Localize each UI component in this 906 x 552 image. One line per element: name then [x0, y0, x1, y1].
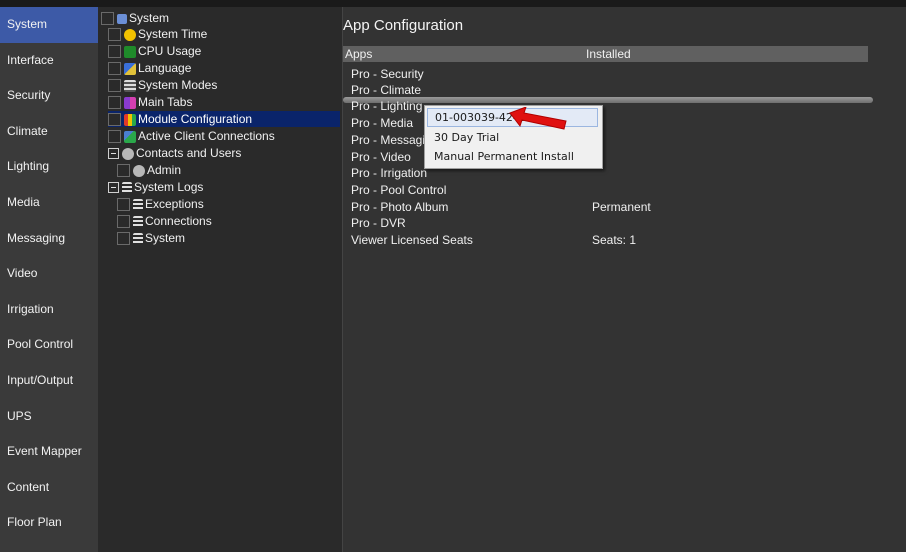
tree-checkbox[interactable] [101, 12, 114, 26]
tree-checkbox[interactable] [108, 96, 121, 110]
tree-item-active-client-connections[interactable]: Active Client Connections [108, 128, 275, 144]
tree-label: Active Client Connections [138, 129, 275, 143]
tree-item-module-configuration[interactable]: Module Configuration [108, 111, 340, 127]
nav-item-security[interactable]: Security [0, 78, 98, 114]
tree-item-system-modes[interactable]: System Modes [108, 77, 217, 93]
tree-checkbox[interactable] [117, 215, 130, 229]
app-row[interactable]: Pro - Irrigation [351, 165, 427, 181]
clock-icon [124, 28, 136, 41]
tree-checkbox[interactable] [117, 232, 130, 246]
user-icon [133, 164, 145, 177]
tree-label: Admin [147, 163, 182, 177]
network-icon [124, 130, 136, 143]
tree-checkbox[interactable] [108, 130, 121, 144]
row-highlight [343, 97, 873, 103]
app-row[interactable]: Pro - Lighting [351, 98, 422, 114]
installed-status: Seats: 1 [592, 233, 637, 247]
column-header-installed: Installed [586, 47, 631, 61]
app-row[interactable]: Pro - Climate [351, 82, 421, 98]
column-header-apps: Apps [345, 47, 373, 61]
apps-table-header: Apps Installed [343, 46, 868, 62]
tree-label: CPU Usage [138, 44, 202, 58]
tree-item-logs-system[interactable]: System [117, 230, 185, 246]
tree-item-system[interactable]: System [101, 10, 169, 26]
tree-checkbox[interactable] [108, 45, 121, 59]
app-row[interactable]: Pro - Pool Control [351, 182, 446, 198]
tree-label: Connections [145, 214, 212, 228]
left-nav: System Interface Security Climate Lighti… [0, 7, 99, 552]
tree-label: System Modes [138, 78, 218, 92]
log-icon [122, 181, 132, 194]
tree-label: System [129, 11, 170, 25]
nav-item-media[interactable]: Media [0, 185, 98, 221]
users-icon [122, 147, 134, 160]
tree-checkbox[interactable] [117, 164, 130, 178]
nav-item-floor-plan[interactable]: Floor Plan [0, 505, 98, 541]
nav-item-climate[interactable]: Climate [0, 114, 98, 150]
collapse-toggle-icon[interactable] [108, 148, 119, 160]
tree-item-system-logs[interactable]: System Logs [108, 179, 203, 195]
tree-item-language[interactable]: Language [108, 60, 191, 76]
cpu-graph-icon [124, 45, 136, 58]
nav-item-input-output[interactable]: Input/Output [0, 363, 98, 399]
tree-item-connections[interactable]: Connections [117, 213, 212, 229]
tree-checkbox[interactable] [108, 62, 121, 76]
tree-label: Module Configuration [138, 112, 253, 126]
tree-label: Main Tabs [138, 95, 193, 109]
tree-label: System [145, 231, 186, 245]
app-configuration-panel: App Configuration Apps Installed Pro - S… [343, 7, 906, 552]
tree-label: System Time [138, 27, 208, 41]
window-top-bar [0, 0, 906, 7]
nav-item-ups[interactable]: UPS [0, 399, 98, 435]
tree-item-contacts-and-users[interactable]: Contacts and Users [108, 145, 241, 161]
modules-icon [124, 113, 136, 126]
installed-status: Permanent [592, 200, 651, 214]
nav-item-video[interactable]: Video [0, 256, 98, 292]
log-icon [133, 198, 143, 211]
nav-item-messaging[interactable]: Messaging [0, 221, 98, 257]
tree-label: Exceptions [145, 197, 204, 211]
tree-label: Contacts and Users [136, 146, 242, 160]
tree-item-cpu-usage[interactable]: CPU Usage [108, 43, 201, 59]
log-icon [133, 215, 143, 228]
log-icon [133, 232, 143, 245]
red-arrow-icon [509, 107, 567, 130]
nav-item-lighting[interactable]: Lighting [0, 149, 98, 185]
tree-item-admin[interactable]: Admin [117, 162, 181, 178]
tabs-icon [124, 96, 136, 109]
computer-icon [117, 13, 127, 24]
tree-label: System Logs [134, 180, 204, 194]
app-row[interactable]: Pro - Photo Album [351, 199, 448, 215]
nav-item-interface[interactable]: Interface [0, 43, 98, 79]
app-row[interactable]: Pro - Video [351, 149, 411, 165]
tree-checkbox[interactable] [108, 79, 121, 93]
tree-item-system-time[interactable]: System Time [108, 26, 207, 42]
nav-item-content[interactable]: Content [0, 470, 98, 506]
app-row[interactable]: Viewer Licensed Seats [351, 232, 473, 248]
app-row[interactable]: Pro - DVR [351, 215, 406, 231]
tree-item-main-tabs[interactable]: Main Tabs [108, 94, 192, 110]
tree-checkbox[interactable] [117, 198, 130, 212]
nav-item-pool-control[interactable]: Pool Control [0, 327, 98, 363]
tree-checkbox[interactable] [108, 28, 121, 42]
language-icon [124, 62, 136, 75]
menu-item-manual-permanent-install[interactable]: Manual Permanent Install [427, 147, 598, 166]
tree-label: Language [138, 61, 192, 75]
page-title: App Configuration [343, 17, 464, 34]
collapse-toggle-icon[interactable] [108, 182, 119, 194]
tree-item-exceptions[interactable]: Exceptions [117, 196, 204, 212]
app-row[interactable]: Pro - Security [351, 66, 424, 82]
settings-tree: System System Time CPU Usage Language Sy… [98, 7, 343, 552]
nav-item-irrigation[interactable]: Irrigation [0, 292, 98, 328]
modes-list-icon [124, 79, 136, 92]
nav-item-system[interactable]: System [0, 7, 98, 43]
app-row[interactable]: Pro - Media [351, 115, 413, 131]
tree-checkbox[interactable] [108, 113, 121, 127]
nav-item-event-mapper[interactable]: Event Mapper [0, 434, 98, 470]
